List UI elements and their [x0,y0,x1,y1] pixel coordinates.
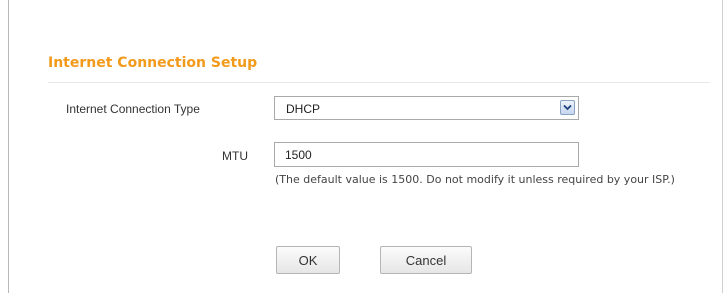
title-divider [48,82,710,83]
ok-button[interactable]: OK [276,246,340,274]
connection-type-label: Internet Connection Type [66,102,200,116]
internet-setup-page: Internet Connection Setup Internet Conne… [0,0,726,293]
cancel-button[interactable]: Cancel [380,246,472,274]
mtu-input[interactable] [274,142,579,167]
chevron-down-glyph [563,104,572,111]
mtu-label: MTU [222,149,248,163]
section-title: Internet Connection Setup [48,55,258,71]
frame-right-border [722,0,723,293]
connection-type-select[interactable]: DHCP [274,96,579,120]
chevron-down-icon[interactable] [560,100,575,115]
frame-left-border [8,0,9,293]
connection-type-selected-value: DHCP [286,102,321,116]
mtu-hint: (The default value is 1500. Do not modif… [275,173,675,186]
